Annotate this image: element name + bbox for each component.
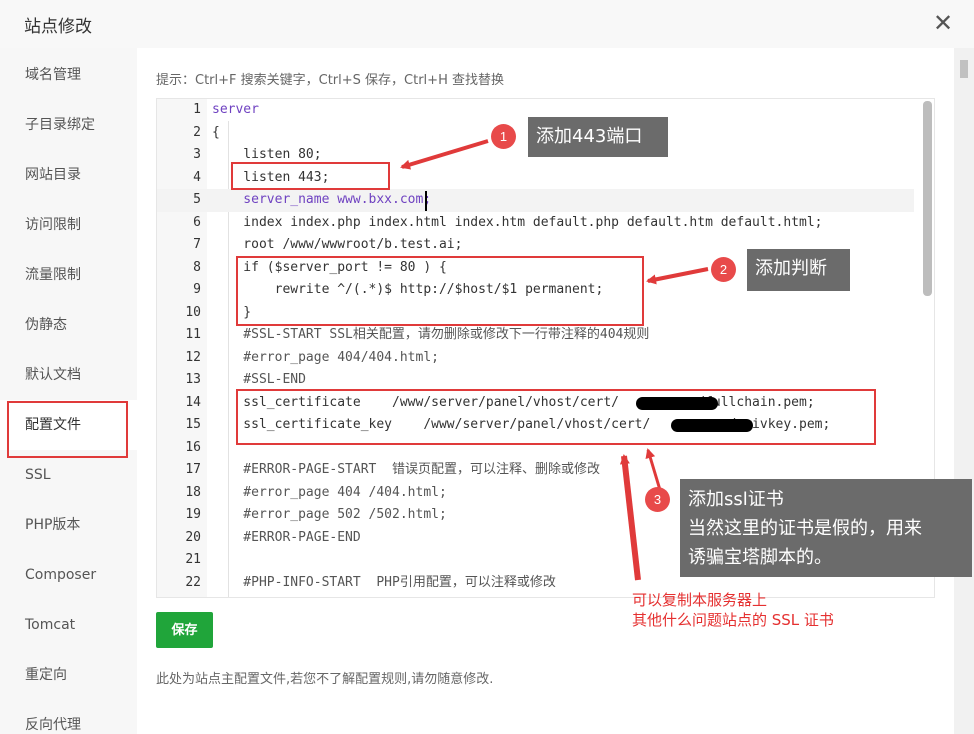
callout-3-line: 添加ssl证书 — [688, 489, 784, 510]
annotation-callout-3: 添加ssl证书 当然这里的证书是假的，用来 诱骗宝塔脚本的。 — [680, 479, 972, 577]
annotation-red-note: 可以复制本服务器上 其他什么问题站点的 SSL 证书 — [632, 590, 834, 630]
red-note-line: 可以复制本服务器上 — [632, 591, 768, 609]
annotation-badge-2: 2 — [711, 257, 736, 282]
annotation-badge-3: 3 — [645, 487, 670, 512]
callout-3-line: 诱骗宝塔脚本的。 — [688, 547, 832, 568]
annotation-callout-1: 添加443端口 — [528, 117, 668, 157]
annotation-badge-1: 1 — [491, 124, 516, 149]
annotation-callout-2: 添加判断 — [747, 249, 850, 291]
callout-3-line: 当然这里的证书是假的，用来 — [688, 518, 922, 539]
red-note-line: 其他什么问题站点的 SSL 证书 — [632, 611, 834, 629]
